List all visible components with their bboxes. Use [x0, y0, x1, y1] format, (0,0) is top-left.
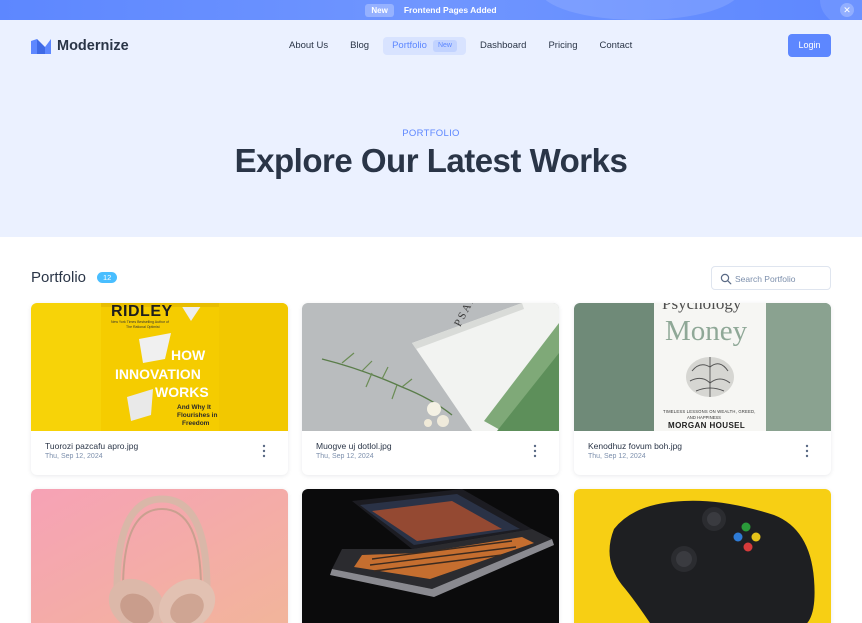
logo-icon: [31, 38, 51, 54]
nav-item-pricing[interactable]: Pricing: [537, 37, 588, 55]
book-title-line2: Money: [665, 315, 748, 347]
main-nav: About Us Blog Portfolio New Dashboard Pr…: [278, 36, 643, 56]
psalms-photo-art: [302, 303, 559, 431]
portfolio-card[interactable]: Psychology Money TIMELESS LESSONS ON WEA…: [574, 303, 831, 475]
nav-item-blog[interactable]: Blog: [339, 37, 380, 55]
portfolio-card[interactable]: PSALMS Muogve uj dotlol.jpg Thu, Sep 12,…: [302, 303, 559, 475]
book-sub1: And Why It: [177, 404, 211, 411]
nav-item-about-us[interactable]: About Us: [278, 37, 339, 55]
book-psychology-of-money-image: Psychology Money TIMELESS LESSONS ON WEA…: [574, 303, 831, 431]
portfolio-card[interactable]: [302, 489, 559, 623]
book-sub1: TIMELESS LESSONS ON WEALTH, GREED,: [663, 409, 756, 414]
new-badge: New: [432, 40, 457, 52]
more-vertical-icon[interactable]: [262, 444, 266, 458]
file-date: Thu, Sep 12, 2024: [316, 453, 374, 460]
search-icon: [720, 273, 732, 285]
site-header: Modernize About Us Blog Portfolio New Da…: [0, 34, 862, 58]
laptop-dark-image: [302, 489, 559, 623]
book-tagline: New York Times Bestselling Author of: [111, 320, 169, 324]
portfolio-header: Portfolio 12: [31, 266, 831, 290]
section-title: Portfolio: [31, 269, 87, 286]
logo[interactable]: Modernize: [31, 38, 129, 54]
portfolio-card[interactable]: [574, 489, 831, 623]
announcement-message[interactable]: Frontend Pages Added: [404, 5, 497, 15]
nav-item-label: Portfolio: [392, 40, 427, 51]
file-date: Thu, Sep 12, 2024: [588, 453, 646, 460]
book-how-innovation-works-image: RIDLEY New York Times Bestselling Author…: [31, 303, 288, 431]
book-title-line1: Psychology: [662, 303, 742, 313]
book-psalms-with-flowers-image: PSALMS: [302, 303, 559, 431]
announcement-badge: New: [365, 3, 394, 17]
search-box: [711, 266, 831, 290]
book-title-line2: INNOVATION: [115, 366, 201, 382]
close-icon[interactable]: ✕: [840, 3, 854, 17]
file-name: Tuorozi pazcafu apro.jpg: [45, 441, 139, 451]
book-sub3: Freedom: [182, 420, 210, 427]
book-sub2: AND HAPPINESS: [687, 415, 721, 420]
file-name: Muogve uj dotlol.jpg: [316, 441, 392, 451]
file-name: Kenodhuz fovum boh.jpg: [588, 441, 683, 451]
more-vertical-icon[interactable]: [805, 444, 809, 458]
nav-item-portfolio[interactable]: Portfolio New: [383, 37, 466, 55]
nav-item-dashboard[interactable]: Dashboard: [469, 37, 537, 55]
book-sub2: Flourishes in: [177, 412, 218, 419]
game-controller-yellow-image: [574, 489, 831, 623]
book-author: RIDLEY: [111, 303, 173, 320]
search-input[interactable]: [735, 270, 827, 287]
headphones-art: [31, 489, 288, 623]
more-vertical-icon[interactable]: [533, 444, 537, 458]
pink-headphones-image: [31, 489, 288, 623]
hero-eyebrow: PORTFOLIO: [402, 128, 460, 139]
portfolio-card[interactable]: [31, 489, 288, 623]
announcement-content: New Frontend Pages Added: [0, 0, 862, 20]
file-date: Thu, Sep 12, 2024: [45, 453, 103, 460]
nav-item-contact[interactable]: Contact: [589, 37, 644, 55]
count-badge: 12: [97, 272, 118, 283]
hero-section: Modernize About Us Blog Portfolio New Da…: [0, 20, 862, 237]
brand-name: Modernize: [57, 38, 129, 54]
book-tagline2: The Rational Optimist: [126, 325, 160, 329]
book-title-line1: HOW: [171, 347, 206, 363]
book-title-line3: WORKS: [155, 384, 209, 400]
book-author: MORGAN HOUSEL: [668, 421, 746, 430]
announcement-bar: New Frontend Pages Added ✕: [0, 0, 862, 20]
controller-art: [574, 489, 831, 623]
page-title: Explore Our Latest Works: [234, 142, 628, 179]
portfolio-card[interactable]: RIDLEY New York Times Bestselling Author…: [31, 303, 288, 475]
login-button[interactable]: Login: [788, 34, 831, 57]
laptop-art: [302, 489, 559, 623]
